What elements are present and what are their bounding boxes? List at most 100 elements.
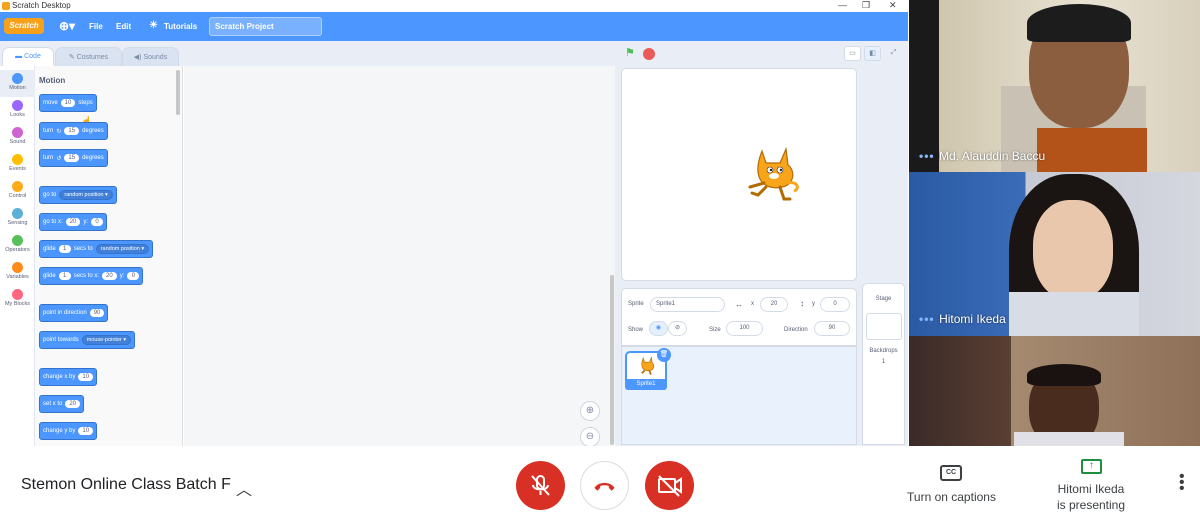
block-input[interactable]: 0 — [91, 218, 104, 226]
block-input[interactable]: 20 — [65, 218, 81, 226]
show-hidden-icon[interactable]: ⊘ — [668, 321, 687, 336]
block-input[interactable]: 90 — [89, 309, 105, 317]
workspace-scrollbar[interactable] — [610, 275, 614, 445]
participant-tile[interactable] — [909, 336, 1200, 446]
category-motion[interactable]: Motion — [0, 70, 35, 97]
normal-stage-icon[interactable]: ◧ — [864, 46, 881, 61]
category-operators[interactable]: Operators — [0, 232, 35, 259]
stage-selector[interactable]: Stage Backdrops 1 — [862, 283, 905, 445]
goto-block[interactable]: go to random position ▾ — [39, 186, 117, 204]
category-sensing[interactable]: Sensing — [0, 205, 35, 232]
size-input[interactable]: 100 — [726, 321, 763, 336]
project-title-input[interactable]: Scratch Project — [209, 17, 322, 36]
captions-icon[interactable]: CC — [940, 465, 962, 481]
stage-canvas[interactable] — [621, 68, 857, 281]
show-visible-icon[interactable]: ◉ — [649, 321, 668, 336]
tab-costumes[interactable]: ✎ Costumes — [55, 47, 122, 67]
menu-file[interactable]: File — [89, 22, 103, 31]
tab-code[interactable]: ▬ Code — [2, 47, 54, 67]
operators-dot-icon — [12, 235, 23, 246]
small-stage-icon[interactable]: ▭ — [844, 46, 861, 61]
minimize-icon[interactable]: — — [838, 0, 847, 10]
block-input[interactable]: 10 — [78, 373, 94, 381]
speaker-icon: ◀) — [133, 54, 144, 61]
turn-left-block[interactable]: turn ↺ 15 degrees — [39, 149, 108, 167]
glide-dropdown[interactable]: random position ▾ — [95, 244, 150, 254]
participant-tile[interactable]: ••• Md. Alauddin Baccu — [909, 0, 1200, 172]
close-icon[interactable]: ✕ — [889, 0, 897, 11]
towards-dropdown[interactable]: mouse-pointer ▾ — [81, 335, 132, 345]
block-text: change x by — [43, 374, 76, 380]
menu-tutorials[interactable]: Tutorials — [164, 22, 197, 31]
backdrop-thumbnail[interactable] — [865, 313, 902, 340]
menu-edit[interactable]: Edit — [116, 22, 131, 31]
x-label: x — [751, 301, 754, 307]
chevron-up-icon[interactable]: ︿ — [236, 476, 252, 500]
participant-name: Md. Alauddin Baccu — [939, 149, 1046, 163]
block-input[interactable]: 15 — [64, 154, 80, 162]
block-text: secs to x: — [73, 273, 100, 279]
zoom-out-icon[interactable]: ⊖ — [580, 427, 600, 446]
point-direction-block[interactable]: point in direction 90 — [39, 304, 109, 322]
category-control[interactable]: Control — [0, 178, 35, 205]
dropdown-value: random position — [100, 246, 140, 252]
meeting-name[interactable]: Stemon Online Class Batch F — [21, 476, 231, 494]
code-workspace[interactable] — [184, 66, 615, 446]
scratch-logo[interactable]: Scratch — [4, 18, 44, 34]
green-flag-icon[interactable]: ⚑ — [625, 48, 637, 59]
goto-dropdown[interactable]: random position ▾ — [59, 190, 113, 200]
block-palette: Motion move 10 steps ☝ turn ↻ 15 degrees turn… — [35, 66, 183, 446]
category-menu: Motion Looks Sound Events Control Sensin… — [0, 66, 35, 446]
x-arrows-icon: ↔ — [735, 300, 743, 309]
category-sound[interactable]: Sound — [0, 124, 35, 151]
block-input[interactable]: 15 — [64, 127, 80, 135]
stage-title: Stage — [875, 296, 892, 302]
y-input[interactable]: 0 — [820, 297, 850, 312]
fullscreen-icon[interactable]: ⤢ — [885, 46, 902, 61]
move-block[interactable]: move 10 steps — [39, 94, 97, 112]
block-text: glide — [43, 246, 56, 252]
video-shape — [1009, 292, 1139, 336]
leave-call-button[interactable] — [580, 461, 629, 510]
glide-xy-block[interactable]: glide 1 secs to x: 20 y: 0 — [39, 267, 144, 285]
participant-tile[interactable]: ••• Hitomi Ikeda — [909, 172, 1200, 336]
captions-label[interactable]: Turn on captions — [900, 490, 1003, 504]
block-input[interactable]: 1 — [58, 272, 71, 280]
y-label: y — [812, 301, 815, 307]
block-input[interactable]: 20 — [65, 400, 81, 408]
category-looks[interactable]: Looks — [0, 97, 35, 124]
turn-right-block[interactable]: turn ↻ 15 degrees — [39, 122, 108, 140]
glide-to-block[interactable]: glide 1 secs to random position ▾ — [39, 240, 154, 258]
block-input[interactable]: 10 — [60, 99, 76, 107]
scratch-cat-sprite[interactable] — [744, 143, 802, 205]
point-towards-block[interactable]: point towards mouse-pointer ▾ — [39, 331, 136, 349]
direction-input[interactable]: 90 — [814, 321, 850, 336]
zoom-in-icon[interactable]: ⊕ — [580, 401, 600, 421]
maximize-icon[interactable]: ❐ — [862, 0, 870, 11]
trash-icon[interactable]: 🗑 — [657, 348, 671, 362]
sprite-name-input[interactable]: Sprite1 — [650, 297, 725, 312]
x-input[interactable]: 20 — [760, 297, 788, 312]
participant-name: Hitomi Ikeda — [939, 312, 1006, 326]
code-icon: ▬ — [15, 53, 25, 60]
more-options-icon[interactable]: • • • — [1179, 469, 1185, 497]
block-input[interactable]: 1 — [58, 245, 71, 253]
category-events[interactable]: Events — [0, 151, 35, 178]
block-input[interactable]: 20 — [102, 272, 117, 280]
sensing-dot-icon — [12, 208, 23, 219]
set-x-block[interactable]: set x to 20 — [39, 395, 85, 413]
tab-sounds[interactable]: ◀) Sounds — [122, 47, 179, 67]
category-my-blocks[interactable]: My Blocks — [0, 286, 35, 313]
gotoxy-block[interactable]: go to x: 20 y: 0 — [39, 213, 108, 231]
category-variables[interactable]: Variables — [0, 259, 35, 286]
camera-button[interactable] — [645, 461, 694, 510]
change-x-block[interactable]: change x by 10 — [39, 368, 98, 386]
globe-icon[interactable]: ⊕▾ — [59, 19, 75, 33]
change-y-block[interactable]: change y by 10 — [39, 422, 98, 440]
block-input[interactable]: 10 — [78, 427, 94, 435]
block-input[interactable]: 0 — [127, 272, 140, 280]
present-screen-icon[interactable]: ↑ — [1081, 459, 1102, 474]
palette-scrollbar[interactable] — [176, 70, 180, 115]
microphone-button[interactable] — [516, 461, 565, 510]
stop-icon[interactable] — [643, 48, 655, 60]
